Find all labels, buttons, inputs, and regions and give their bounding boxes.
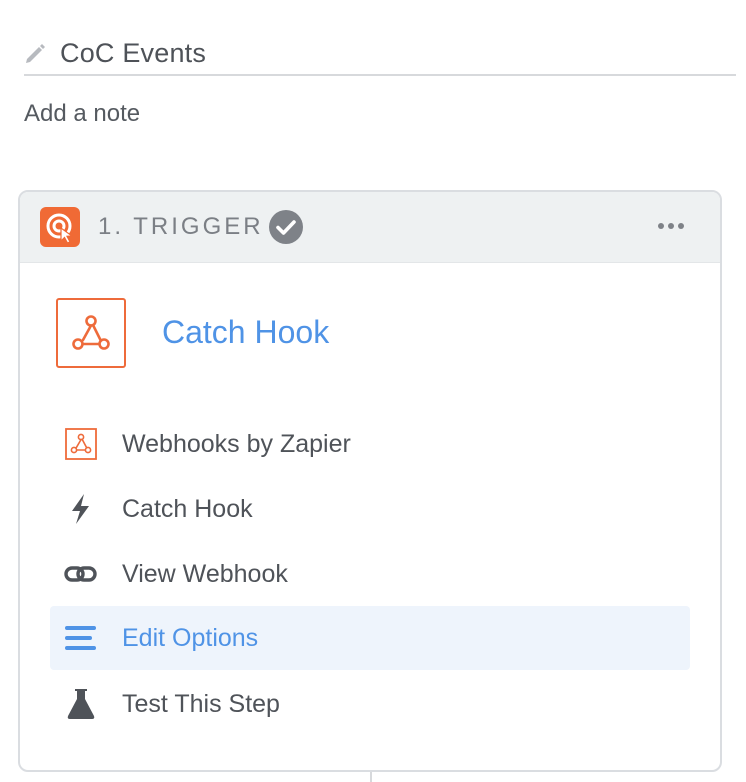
flask-icon — [67, 689, 95, 719]
step-item-label: Webhooks by Zapier — [122, 430, 351, 458]
trigger-step-card: 1. TRIGGER Catch Hook Webhooks by Zapier… — [18, 190, 722, 772]
step-item-label: View Webhook — [122, 560, 288, 588]
pencil-icon — [26, 44, 45, 63]
zap-title: CoC Events — [60, 38, 207, 68]
step-item-app[interactable]: Webhooks by Zapier — [50, 412, 690, 476]
step-item-label: Test This Step — [122, 690, 280, 718]
zap-title-field[interactable]: CoC Events — [24, 36, 736, 76]
webhooks-icon — [72, 315, 110, 350]
trigger-icon — [40, 207, 80, 247]
step-label: 1. TRIGGER — [98, 213, 264, 240]
step-item-edit-options[interactable]: Edit Options — [50, 606, 690, 670]
step-connector — [370, 772, 372, 782]
bolt-icon — [72, 494, 89, 524]
check-circle-icon — [269, 210, 303, 244]
more-options-icon[interactable] — [656, 219, 686, 233]
step-item-label: Catch Hook — [122, 495, 253, 523]
list-icon — [65, 626, 96, 650]
step-item-label: Edit Options — [122, 624, 259, 652]
step-header[interactable]: 1. TRIGGER — [20, 192, 720, 263]
step-item-event[interactable]: Catch Hook — [50, 477, 690, 541]
step-item-test[interactable]: Test This Step — [50, 672, 690, 736]
event-title-link[interactable]: Catch Hook — [162, 314, 329, 351]
app-icon — [56, 298, 126, 368]
webhooks-icon — [65, 428, 97, 460]
step-item-view-webhook[interactable]: View Webhook — [50, 542, 690, 606]
add-note-link[interactable]: Add a note — [24, 100, 140, 128]
link-icon — [64, 566, 97, 582]
